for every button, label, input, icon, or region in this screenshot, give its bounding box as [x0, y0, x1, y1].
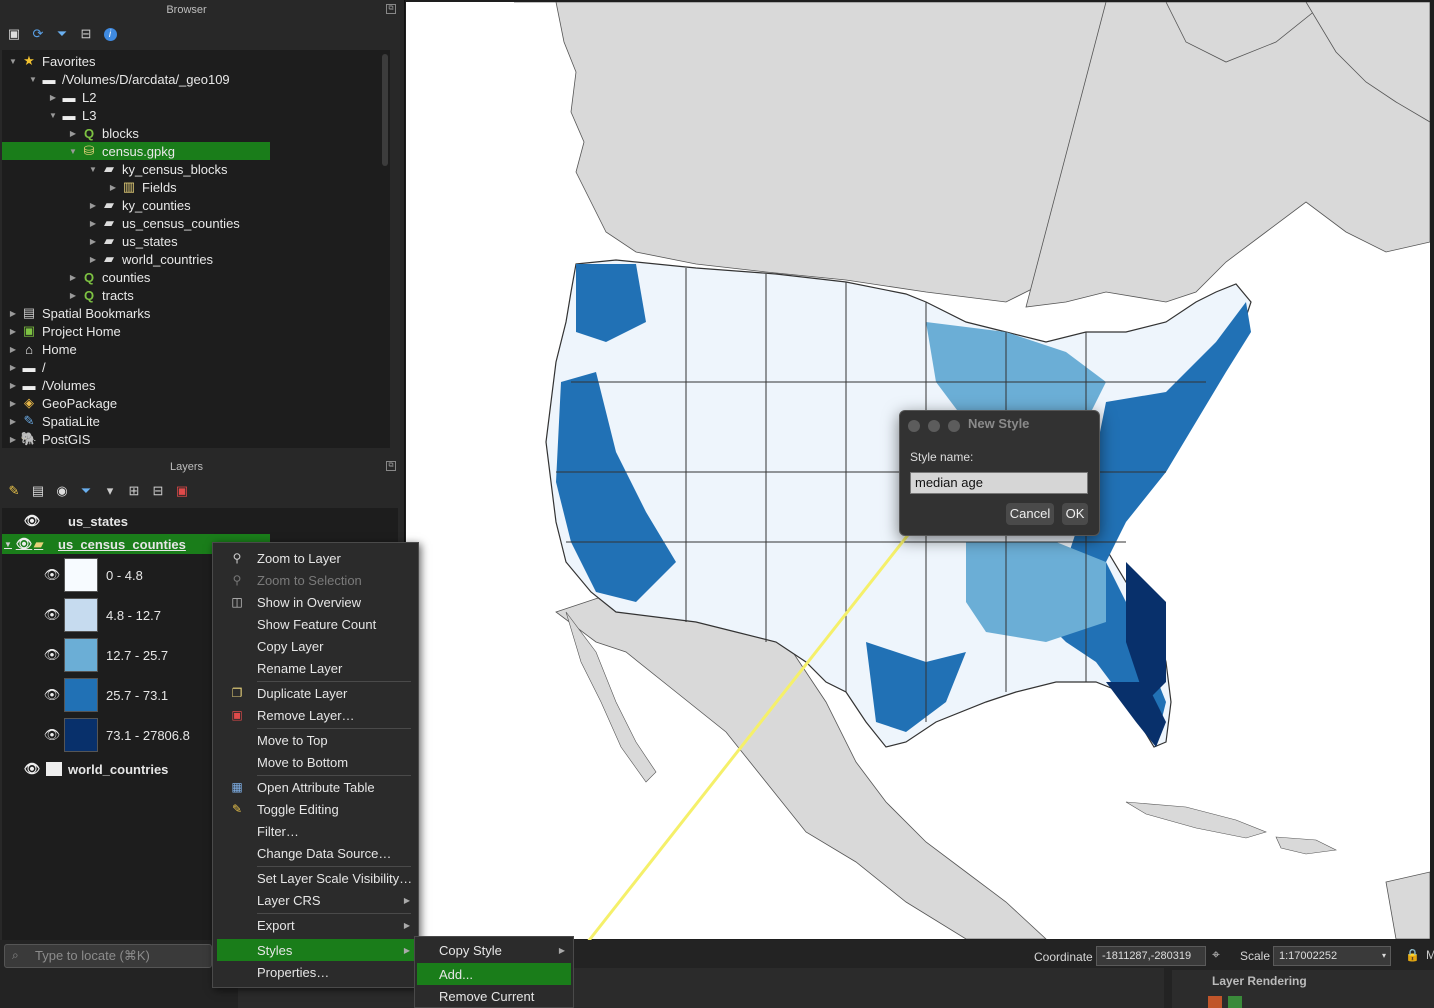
arrow-line: [570, 511, 928, 963]
undo-icon[interactable]: [1208, 996, 1222, 1008]
menu-layer-crs[interactable]: Layer CRS ▶: [217, 889, 416, 911]
dialog-title: New Style: [968, 416, 1030, 431]
menu-move-to-top[interactable]: Move to Top: [217, 729, 416, 751]
layer-context-menu: ⚲ Zoom to Layer ⚲ Zoom to Selection ◫ Show …: [212, 542, 419, 988]
close-window-icon[interactable]: [908, 420, 920, 432]
cancel-button[interactable]: Cancel: [1006, 503, 1054, 525]
duplicate-icon: ❐: [231, 686, 243, 700]
zoom-window-icon[interactable]: [948, 420, 960, 432]
menu-duplicate-layer[interactable]: ❐ Duplicate Layer: [217, 682, 416, 704]
zoom-selection-icon: ⚲: [232, 573, 242, 587]
submenu-arrow-icon: ▶: [558, 945, 565, 955]
menu-show-feature-count[interactable]: Show Feature Count: [217, 613, 416, 635]
minimize-window-icon[interactable]: [928, 420, 940, 432]
menu-move-to-bottom[interactable]: Move to Bottom: [217, 751, 416, 773]
menu-properties[interactable]: Properties…: [217, 961, 416, 983]
scale-field[interactable]: 1:17002252 ▾: [1273, 946, 1391, 966]
menu-open-attribute-table[interactable]: ▦ Open Attribute Table: [217, 776, 416, 798]
coordinate-label: Coordinate: [1034, 950, 1093, 964]
style-name-label: Style name:: [910, 450, 974, 464]
submenu-arrow-icon: ▶: [403, 895, 410, 905]
layer-rendering-label: Layer Rendering: [1212, 974, 1307, 988]
menu-copy-layer[interactable]: Copy Layer: [217, 635, 416, 657]
styles-submenu: Copy Style ▶ Add... Remove Current: [414, 936, 574, 1008]
lock-icon[interactable]: 🔒: [1405, 948, 1420, 962]
menu-styles[interactable]: Styles ▶: [217, 939, 416, 961]
menu-filter[interactable]: Filter…: [217, 820, 416, 842]
menu-add-style[interactable]: Add...: [417, 963, 571, 985]
chevron-down-icon[interactable]: ▾: [1382, 947, 1386, 965]
remove-icon: ▣: [231, 708, 243, 722]
table-icon: ▦: [231, 780, 243, 794]
menu-toggle-editing[interactable]: ✎ Toggle Editing: [217, 798, 416, 820]
menu-copy-style[interactable]: Copy Style ▶: [417, 939, 571, 961]
redo-icon[interactable]: [1228, 996, 1242, 1008]
scale-label: Scale: [1240, 949, 1271, 963]
submenu-arrow-icon: ▶: [403, 920, 410, 930]
style-name-input[interactable]: median age: [910, 472, 1088, 494]
menu-remove-current-style[interactable]: Remove Current: [417, 985, 571, 1007]
search-icon: ⌕: [12, 948, 19, 962]
magnifier-label: M: [1426, 948, 1434, 962]
ok-button[interactable]: OK: [1062, 503, 1088, 525]
new-style-dialog: New Style Style name: median age Cancel …: [899, 410, 1100, 536]
menu-zoom-to-layer[interactable]: ⚲ Zoom to Layer: [217, 547, 416, 569]
pencil-icon: ✎: [231, 802, 243, 816]
menu-show-in-overview[interactable]: ◫ Show in Overview: [217, 591, 416, 613]
menu-set-layer-scale-visibility[interactable]: Set Layer Scale Visibility…: [217, 867, 416, 889]
submenu-arrow-icon: ▶: [403, 945, 410, 955]
menu-zoom-to-selection[interactable]: ⚲ Zoom to Selection: [217, 569, 416, 591]
layer-rendering-panel: Layer Rendering: [1172, 970, 1434, 1008]
locator-search-input[interactable]: Type to locate (⌘K): [4, 944, 212, 968]
overview-icon: ◫: [231, 595, 243, 609]
menu-rename-layer[interactable]: Rename Layer: [217, 657, 416, 679]
coordinate-field[interactable]: -1811287,-280319: [1096, 946, 1206, 966]
extents-toggle-icon[interactable]: ⌖: [1212, 946, 1220, 963]
menu-export[interactable]: Export ▶: [217, 914, 416, 936]
menu-remove-layer[interactable]: ▣ Remove Layer…: [217, 704, 416, 726]
zoom-layer-icon: ⚲: [232, 551, 242, 565]
menu-change-data-source[interactable]: Change Data Source…: [217, 842, 416, 864]
